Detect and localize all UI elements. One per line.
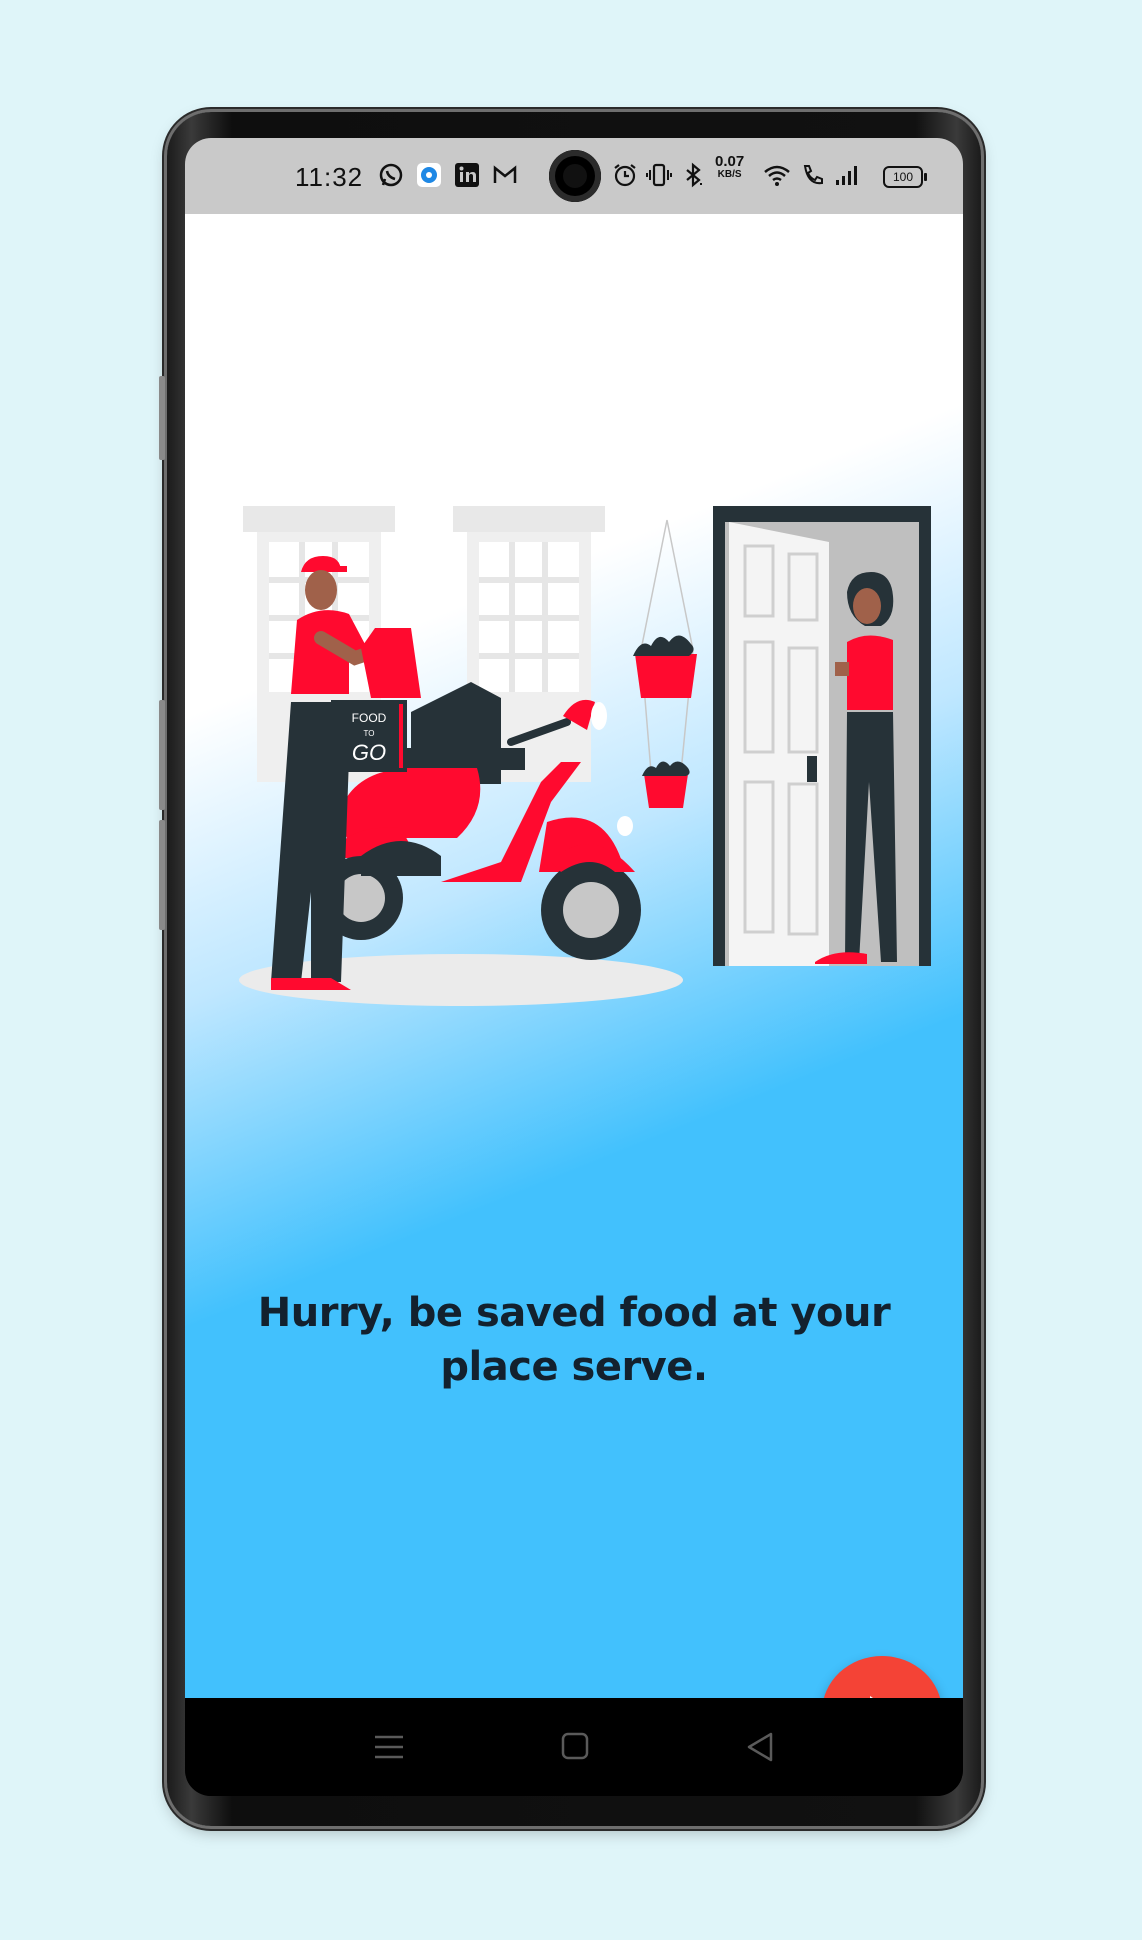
bixby-button <box>159 820 165 930</box>
front-camera <box>549 150 601 202</box>
next-button[interactable] <box>822 1656 942 1698</box>
navigation-bar <box>185 1698 963 1796</box>
wifi-icon <box>764 165 790 186</box>
linkedin-icon <box>455 163 479 187</box>
whatsapp-icon <box>379 163 403 187</box>
speed-unit: KB/S <box>717 169 742 180</box>
call-icon <box>803 165 823 185</box>
alarm-icon <box>614 164 636 187</box>
vibrate-icon <box>646 163 672 187</box>
hanging-plants <box>633 519 697 808</box>
onboarding-headline: Hurry, be saved food at your place serve… <box>257 1290 891 1390</box>
speed-value: 0.07 <box>715 153 745 170</box>
back-icon[interactable] <box>741 1730 781 1764</box>
battery-icon: 100 <box>883 166 927 188</box>
screen: 11:32 0.07 KB/S 100 FOOD TO GO Hurry, be… <box>185 138 963 1796</box>
delivery-illustration: FOOD TO GO <box>239 506 931 1006</box>
front-door <box>713 506 931 966</box>
volume-button <box>159 376 165 460</box>
home-icon[interactable] <box>555 1730 595 1764</box>
status-time: 11:32 <box>295 162 364 192</box>
box-label-top: FOOD <box>352 711 387 725</box>
bluetooth-icon <box>686 162 702 188</box>
phone-frame: 11:32 0.07 KB/S 100 FOOD TO GO Hurry, be… <box>159 112 981 1826</box>
status-bar: 11:32 0.07 KB/S 100 <box>185 138 963 214</box>
onboarding-page: FOOD TO GO Hurry, be saved food at your … <box>185 214 963 1698</box>
power-button <box>159 700 165 810</box>
box-label-mid: TO <box>364 729 375 738</box>
box-label-bottom: GO <box>352 740 386 765</box>
menu-icon[interactable] <box>369 1730 409 1764</box>
browser-icon <box>417 163 441 187</box>
gmail-icon <box>493 165 517 183</box>
signal-icon <box>836 166 857 185</box>
network-speed: 0.07 KB/S <box>715 154 744 180</box>
